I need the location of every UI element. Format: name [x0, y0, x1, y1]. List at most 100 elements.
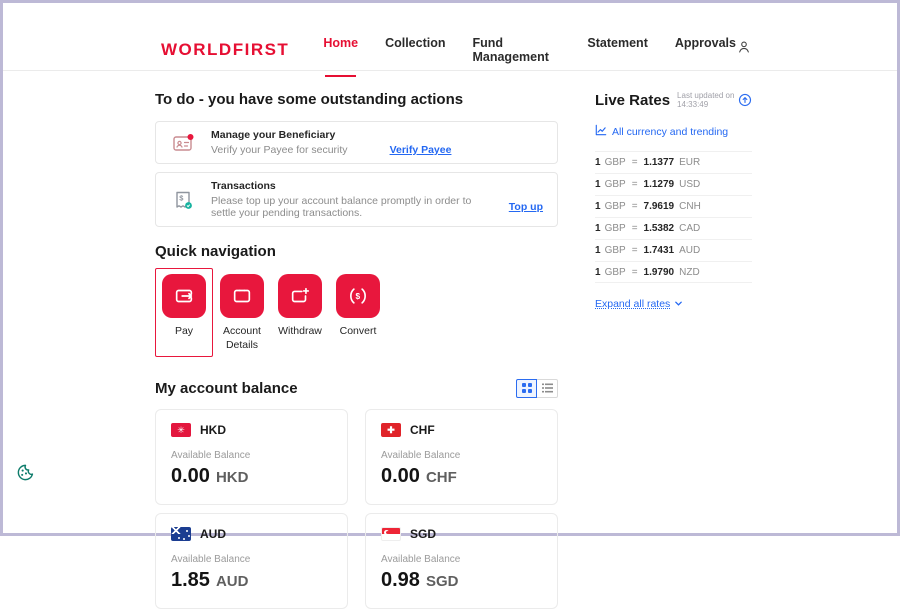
- todo-card-body: Manage your Beneficiary Verify your Paye…: [211, 129, 451, 156]
- grid-view-button[interactable]: [516, 379, 537, 398]
- base-amount: 1: [595, 245, 601, 256]
- quick-nav-label: Withdraw: [272, 325, 328, 339]
- rate-row-nzd: 1 GBP = 1.9790 NZD: [595, 261, 752, 283]
- available-balance-label: Available Balance: [171, 554, 332, 565]
- expand-all-rates-link[interactable]: Expand all rates: [595, 298, 670, 310]
- balance-currency: SGD: [426, 573, 459, 590]
- equals-sign: =: [632, 223, 638, 234]
- balance-card-aud[interactable]: AUD Available Balance 1.85 AUD: [155, 513, 348, 609]
- base-currency: GBP: [605, 179, 626, 190]
- balance-currency: HKD: [216, 469, 249, 486]
- currency-code: HKD: [200, 423, 226, 437]
- sgd-flag-icon: [381, 527, 401, 541]
- rate-row-cnh: 1 GBP = 7.9619 CNH: [595, 195, 752, 217]
- balance-card-sgd[interactable]: SGD Available Balance 0.98 SGD: [365, 513, 558, 609]
- rate-value: 1.1377: [644, 157, 675, 168]
- rate-value: 1.5382: [644, 223, 675, 234]
- person-icon: [736, 39, 752, 60]
- rate-row-cad: 1 GBP = 1.5382 CAD: [595, 217, 752, 239]
- rate-row-usd: 1 GBP = 1.1279 USD: [595, 173, 752, 195]
- rate-row-eur: 1 GBP = 1.1377 EUR: [595, 151, 752, 173]
- balance-card-grid: ✳ HKD Available Balance 0.00 HKD ✚ CHF A…: [155, 409, 558, 609]
- nav-item-home[interactable]: Home: [323, 36, 358, 64]
- live-rates-sidebar: Live Rates Last updated on 14:33:49 All …: [595, 71, 752, 609]
- equals-sign: =: [632, 157, 638, 168]
- available-balance-label: Available Balance: [381, 554, 542, 565]
- currency-code: CHF: [410, 423, 435, 437]
- pay-icon: [162, 274, 206, 318]
- equals-sign: =: [632, 267, 638, 278]
- top-navigation-bar: WORLDFIRST Home Collection Fund Manageme…: [3, 3, 897, 71]
- balance-section-title: My account balance: [155, 380, 298, 397]
- all-currency-link-row[interactable]: All currency and trending: [595, 123, 752, 141]
- list-view-icon: [542, 380, 553, 398]
- balance-section-header: My account balance: [155, 379, 558, 398]
- account-details-icon: [220, 274, 264, 318]
- balance-currency: AUD: [216, 573, 249, 590]
- todo-desc-row: Please top up your account balance promp…: [211, 195, 543, 219]
- rate-value: 1.9790: [644, 267, 675, 278]
- quick-nav-withdraw[interactable]: Withdraw: [271, 268, 329, 357]
- refresh-rates-button[interactable]: [738, 93, 752, 107]
- quick-nav-convert[interactable]: $ Convert: [329, 268, 387, 357]
- equals-sign: =: [632, 201, 638, 212]
- transactions-receipt-icon: $: [170, 187, 196, 213]
- svg-text:$: $: [356, 292, 361, 301]
- currency-code: SGD: [410, 527, 436, 541]
- quick-nav-label: Pay: [156, 325, 212, 339]
- nav-item-collection[interactable]: Collection: [385, 36, 445, 64]
- all-currency-link[interactable]: All currency and trending: [612, 126, 728, 138]
- equals-sign: =: [632, 179, 638, 190]
- cookie-widget-button[interactable]: [16, 463, 35, 487]
- beneficiary-card-icon: [170, 130, 196, 156]
- quick-nav-account-details[interactable]: Account Details: [213, 268, 271, 357]
- last-updated-label: Last updated on 14:33:49: [677, 91, 738, 109]
- rate-currency: USD: [679, 179, 700, 190]
- quick-nav-pay[interactable]: Pay: [155, 268, 213, 357]
- main-nav: Home Collection Fund Management Statemen…: [323, 36, 736, 64]
- rate-value: 1.1279: [644, 179, 675, 190]
- todo-desc-row: Verify your Payee for security Verify Pa…: [211, 144, 451, 156]
- base-amount: 1: [595, 179, 601, 190]
- balance-card-chf[interactable]: ✚ CHF Available Balance 0.00 CHF: [365, 409, 558, 505]
- todo-item-description: Please top up your account balance promp…: [211, 195, 493, 219]
- rate-list: 1 GBP = 1.1377 EUR 1 GBP = 1.1279 USD 1 …: [595, 151, 752, 283]
- top-up-link[interactable]: Top up: [509, 201, 543, 213]
- base-amount: 1: [595, 157, 601, 168]
- chf-flag-icon: ✚: [381, 423, 401, 437]
- view-toggle: [516, 379, 558, 398]
- nav-item-statement[interactable]: Statement: [587, 36, 647, 64]
- equals-sign: =: [632, 245, 638, 256]
- base-currency: GBP: [605, 223, 626, 234]
- rate-currency: NZD: [679, 267, 700, 278]
- svg-text:$: $: [179, 193, 184, 202]
- main-content: To do - you have some outstanding action…: [3, 71, 897, 609]
- user-account-button[interactable]: [736, 39, 752, 60]
- base-currency: GBP: [605, 267, 626, 278]
- worldfirst-logo[interactable]: WORLDFIRST: [161, 40, 289, 60]
- expand-all-rates[interactable]: Expand all rates: [595, 295, 752, 313]
- todo-card-beneficiary[interactable]: Manage your Beneficiary Verify your Paye…: [155, 121, 558, 164]
- quick-nav-label: Account Details: [214, 325, 270, 352]
- balance-amount: 0.98: [381, 569, 420, 592]
- balance-amount: 1.85: [171, 569, 210, 592]
- base-amount: 1: [595, 267, 601, 278]
- balance-card-hkd[interactable]: ✳ HKD Available Balance 0.00 HKD: [155, 409, 348, 505]
- live-rates-title: Live Rates: [595, 92, 670, 109]
- rate-currency: CNH: [679, 201, 701, 212]
- balance-amount: 0.00: [171, 465, 210, 488]
- todo-card-transactions[interactable]: $ Transactions Please top up your accoun…: [155, 172, 558, 227]
- base-currency: GBP: [605, 201, 626, 212]
- grid-view-icon: [522, 380, 532, 398]
- nav-item-approvals[interactable]: Approvals: [675, 36, 736, 64]
- verify-payee-link[interactable]: Verify Payee: [390, 144, 452, 156]
- todo-section-title: To do - you have some outstanding action…: [155, 91, 558, 108]
- currency-code: AUD: [200, 527, 226, 541]
- quick-nav-row: Pay Account Details Wi: [155, 268, 558, 357]
- quick-nav-title: Quick navigation: [155, 243, 558, 260]
- list-view-button[interactable]: [537, 379, 558, 398]
- withdraw-icon: [278, 274, 322, 318]
- rate-value: 7.9619: [644, 201, 675, 212]
- nav-item-fund-management[interactable]: Fund Management: [472, 36, 560, 64]
- trending-chart-icon: [595, 123, 607, 141]
